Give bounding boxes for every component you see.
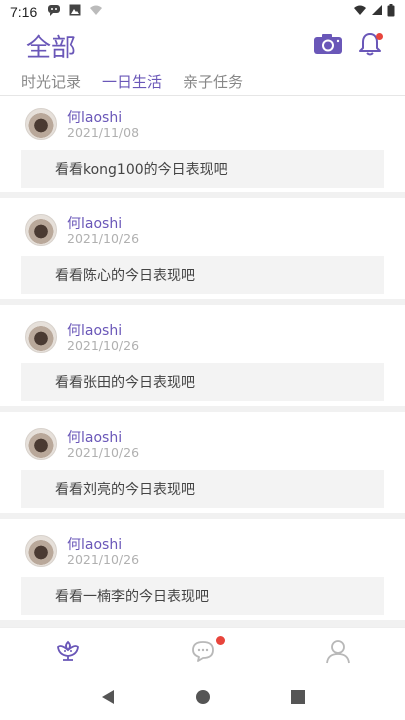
notification-badge — [376, 33, 383, 40]
flower-home-icon — [55, 639, 81, 667]
nav-home[interactable] — [0, 628, 135, 677]
post-date: 2021/10/26 — [67, 231, 140, 246]
nav-profile[interactable] — [270, 628, 405, 677]
battery-icon — [387, 3, 395, 21]
message-box[interactable]: 看看一楠李的今日表现吧 — [21, 577, 384, 615]
message-box[interactable]: 看看kong100的今日表现吧 — [21, 150, 384, 188]
status-right-icons — [353, 3, 395, 21]
feed-card[interactable]: 何laoshi 2021/10/26 看看张田的今日表现吧 — [0, 305, 405, 406]
avatar[interactable] — [25, 108, 57, 140]
message-box[interactable]: 看看张田的今日表现吧 — [21, 363, 384, 401]
page-title: 全部 — [26, 33, 77, 62]
feed-card[interactable]: 何laoshi 2021/11/08 看看kong100的今日表现吧 — [0, 97, 405, 192]
bottom-nav — [0, 627, 405, 677]
back-icon[interactable] — [100, 689, 116, 709]
tab-bar: 时光记录 一日生活 亲子任务 — [0, 68, 405, 96]
system-nav-bar — [0, 677, 405, 720]
message-text: 看看刘亮的今日表现吧 — [55, 482, 195, 498]
author-name[interactable]: 何laoshi — [67, 213, 122, 233]
profile-icon — [325, 638, 351, 668]
post-date: 2021/10/26 — [67, 552, 140, 567]
message-box[interactable]: 看看刘亮的今日表现吧 — [21, 470, 384, 508]
author-name[interactable]: 何laoshi — [67, 427, 122, 447]
post-date: 2021/10/26 — [67, 338, 140, 353]
recents-icon[interactable] — [290, 689, 306, 709]
author-name[interactable]: 何laoshi — [67, 534, 122, 554]
avatar[interactable] — [25, 321, 57, 353]
tab-time-records[interactable]: 时光记录 — [21, 71, 81, 92]
nav-messages[interactable] — [135, 628, 270, 677]
message-notification-icon — [47, 4, 61, 20]
tab-parent-child-tasks[interactable]: 亲子任务 — [183, 71, 243, 92]
app-screen: 7:16 全部 时光记录 一日生活 亲子任务 何laoshi 2021/11/0… — [0, 0, 405, 720]
chat-bubble-icon — [190, 639, 216, 667]
author-name[interactable]: 何laoshi — [67, 320, 122, 340]
wifi-off-icon — [89, 4, 103, 20]
post-date: 2021/10/26 — [67, 445, 140, 460]
status-time: 7:16 — [10, 4, 38, 20]
notifications-button[interactable] — [355, 31, 385, 61]
feed-card[interactable]: 何laoshi 2021/10/26 看看一楠李的今日表现吧 — [0, 519, 405, 620]
header-actions — [313, 31, 385, 61]
message-text: 看看kong100的今日表现吧 — [55, 162, 228, 178]
camera-icon — [313, 32, 343, 60]
avatar[interactable] — [25, 214, 57, 246]
feed-card[interactable]: 何laoshi 2021/10/26 看看刘亮的今日表现吧 — [0, 412, 405, 513]
feed-card[interactable]: 何laoshi 2021/10/26 看看陈心的今日表现吧 — [0, 198, 405, 299]
message-box[interactable]: 看看陈心的今日表现吧 — [21, 256, 384, 294]
image-notification-icon — [69, 4, 81, 20]
post-date: 2021/11/08 — [67, 125, 140, 140]
avatar[interactable] — [25, 535, 57, 567]
message-text: 看看陈心的今日表现吧 — [55, 268, 195, 284]
status-bar: 7:16 — [0, 0, 405, 24]
tab-daily-life[interactable]: 一日生活 — [102, 71, 162, 92]
wifi-icon — [353, 4, 367, 20]
cell-signal-icon — [371, 4, 383, 20]
message-text: 看看张田的今日表现吧 — [55, 375, 195, 391]
message-text: 看看一楠李的今日表现吧 — [55, 589, 209, 605]
message-badge — [216, 636, 225, 645]
app-header: 全部 — [0, 24, 405, 68]
author-name[interactable]: 何laoshi — [67, 107, 122, 127]
camera-button[interactable] — [313, 31, 343, 61]
status-left-icons — [47, 4, 103, 20]
feed-list[interactable]: 何laoshi 2021/11/08 看看kong100的今日表现吧 何laos… — [0, 97, 405, 627]
avatar[interactable] — [25, 428, 57, 460]
home-icon[interactable] — [195, 689, 211, 709]
